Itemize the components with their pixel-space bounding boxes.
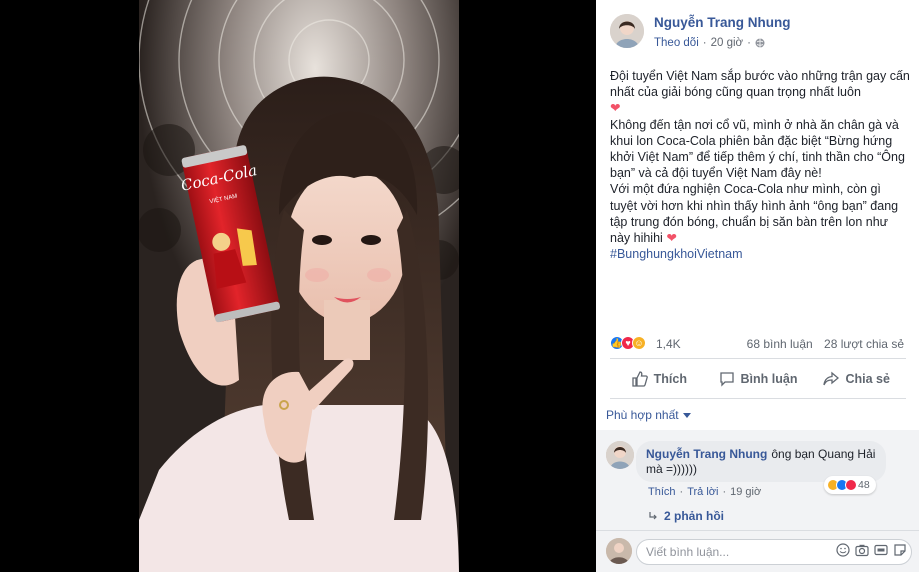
comment-reply-link[interactable]: Trả lời [687,486,718,498]
comment-input-placeholder: Viết bình luận... [646,545,730,559]
viewer-avatar [606,538,632,564]
gif-icon[interactable] [874,543,888,557]
share-arrow-icon [823,371,840,386]
reply-arrow-icon [649,512,657,520]
hashtag-link[interactable]: #BunghungkhoiVietnam [610,246,910,262]
sort-label: Phù hợp nhất [606,408,679,422]
post-time[interactable]: 20 giờ [711,37,743,49]
post-photo[interactable]: Coca-Cola VIỆT NAM [139,0,459,572]
author-avatar[interactable] [610,14,644,48]
comment-count[interactable]: 68 bình luận [747,337,813,351]
like-button-label: Thích [653,372,687,386]
reactions-bar: 👍 ♥ ☺ 1,4K 68 bình luận 28 lượt chia sẻ [610,334,910,352]
comment-composer: Viết bình luận... [596,530,919,572]
like-button[interactable]: Thích [610,364,709,394]
composer-tools [836,543,907,557]
link-separator: · [722,486,727,498]
post-actions: Thích Bình luận Chia sẻ [610,364,906,394]
commenter-avatar[interactable] [606,441,634,469]
comment-button-label: Bình luận [740,372,798,386]
divider [610,358,906,359]
thumbs-up-icon [632,371,648,387]
haha-reaction-icon: ☺ [632,336,646,350]
reaction-icons[interactable]: 👍 ♥ ☺ [610,336,646,350]
commenter-avatar-image [606,441,634,469]
post-panel: Nguyễn Trang Nhung Theo dõi · 20 giờ · Đ… [596,0,919,572]
share-button[interactable]: Chia sẻ [807,364,906,394]
post-body: Đội tuyển Việt Nam sắp bước vào những tr… [610,68,910,262]
post-paragraph-text: Đội tuyển Việt Nam sắp bước vào những tr… [610,69,910,100]
comment-time[interactable]: 19 giờ [730,486,761,498]
post-paragraph-text: Với một đứa nghiện Coca-Cola như mình, c… [610,182,899,246]
sticker-icon[interactable] [893,543,907,557]
heart-emoji: ❤ [610,101,621,116]
heart-emoji: ❤ [666,231,677,246]
comments-section: Nguyễn Trang Nhung ông bạn Quang Hải mà =… [596,430,919,572]
comment-button[interactable]: Bình luận [709,364,808,394]
author-avatar-image [610,14,644,48]
globe-icon [755,38,765,48]
divider [610,398,906,399]
comment-bubble-icon [719,372,734,387]
replies-label: 2 phản hồi [664,509,724,523]
link-separator: · [679,486,684,498]
comment-reactions-badge[interactable]: 48 [824,476,876,494]
comment-reaction-icons [827,479,857,491]
meta-separator: · [747,37,751,49]
view-replies-link[interactable]: 2 phản hồi [648,509,724,523]
share-count[interactable]: 28 lượt chia sẻ [824,337,904,351]
post-paragraph: Với một đứa nghiện Coca-Cola như mình, c… [610,181,910,246]
author-name[interactable]: Nguyễn Trang Nhung [654,15,791,30]
engagement-counts: 68 bình luận 28 lượt chia sẻ [747,337,904,351]
caret-down-icon [682,412,691,418]
post-paragraph: Đội tuyển Việt Nam sắp bước vào những tr… [610,68,910,117]
comment-like-link[interactable]: Thích [648,486,676,498]
reaction-count[interactable]: 1,4K [656,337,681,351]
post-paragraph: Không đến tận nơi cổ vũ, mình ở nhà ăn c… [610,117,905,181]
emoji-icon[interactable] [836,543,850,557]
comment-author[interactable]: Nguyễn Trang Nhung [646,447,767,461]
post-header: Nguyễn Trang Nhung Theo dõi · 20 giờ · [596,0,919,60]
meta-separator: · [702,37,707,49]
share-button-label: Chia sẻ [845,372,890,386]
camera-icon[interactable] [855,543,869,557]
post-meta: Theo dõi · 20 giờ · [654,37,765,49]
viewer-avatar-image [606,538,632,564]
photo-illustration: Coca-Cola VIỆT NAM [139,0,459,572]
follow-link[interactable]: Theo dõi [654,37,699,49]
photo-viewer: Coca-Cola VIỆT NAM Nguyễn Trang Nhung Th… [0,0,919,572]
comment-actions: Thích · Trả lời · 19 giờ [648,486,761,498]
comment-reaction-count: 48 [858,479,870,491]
comment-sort-dropdown[interactable]: Phù hợp nhất [606,408,691,422]
love-reaction-icon [845,479,857,491]
